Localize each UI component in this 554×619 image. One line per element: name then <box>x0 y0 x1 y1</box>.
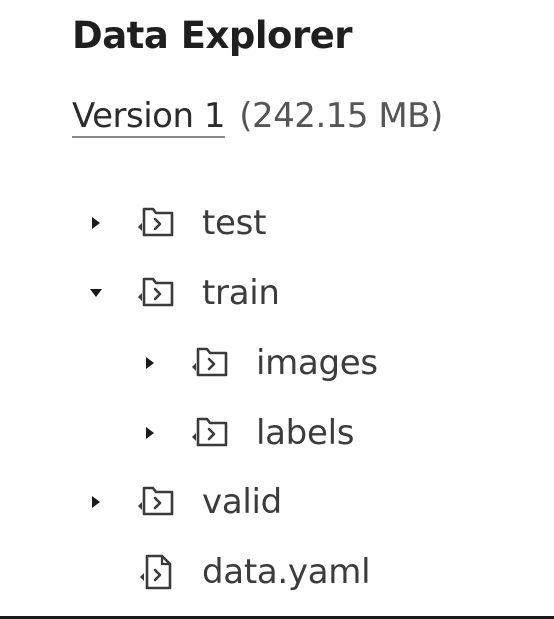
caret-down-icon[interactable] <box>86 283 106 303</box>
version-link[interactable]: Version 1 <box>72 96 225 136</box>
tree-item-label: labels <box>256 413 355 453</box>
caret-right-icon[interactable] <box>86 492 106 512</box>
tree-item-images[interactable]: images <box>140 338 378 388</box>
tree-item-label: test <box>202 203 267 243</box>
tree-item-train[interactable]: train <box>86 268 280 318</box>
folder-icon <box>136 205 180 241</box>
tree-item-label: data.yaml <box>202 552 371 592</box>
tree-item-labels[interactable]: labels <box>140 408 354 458</box>
folder-icon <box>136 484 180 520</box>
version-row: Version 1 (242.15 MB) <box>72 96 443 136</box>
page-title: Data Explorer <box>72 14 353 57</box>
tree-item-data-yaml[interactable]: data.yaml <box>86 547 371 597</box>
tree-item-label: valid <box>202 482 282 522</box>
file-icon <box>136 554 180 590</box>
folder-icon <box>136 275 180 311</box>
tree-item-label: images <box>256 343 378 383</box>
tree-item-label: train <box>202 273 280 313</box>
caret-spacer <box>86 562 106 582</box>
tree-item-valid[interactable]: valid <box>86 477 282 527</box>
caret-right-icon[interactable] <box>140 353 160 373</box>
tree-item-test[interactable]: test <box>86 198 266 248</box>
folder-icon <box>190 345 234 381</box>
folder-icon <box>190 415 234 451</box>
caret-right-icon[interactable] <box>86 213 106 233</box>
caret-right-icon[interactable] <box>140 423 160 443</box>
version-size: (242.15 MB) <box>239 96 443 136</box>
